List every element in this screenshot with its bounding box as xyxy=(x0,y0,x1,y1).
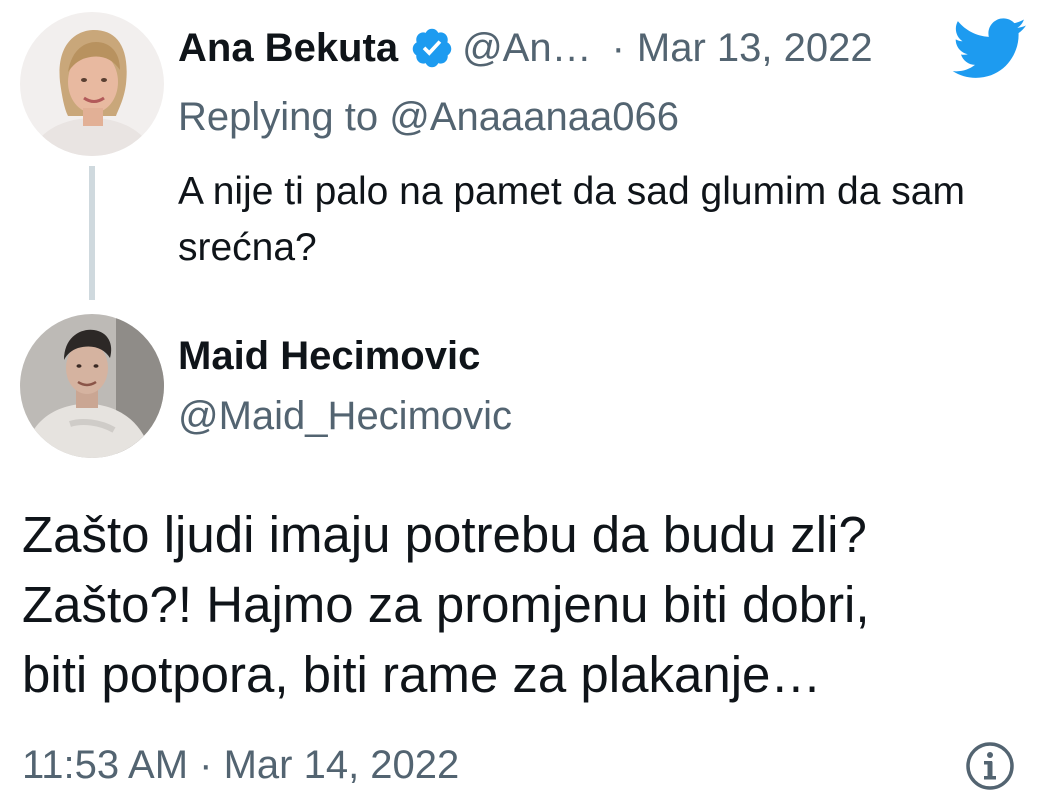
replying-to-label: Replying to xyxy=(178,95,379,139)
info-circle-icon[interactable] xyxy=(964,740,1016,792)
thread-connector-line xyxy=(89,166,95,300)
parent-author-avatar[interactable] xyxy=(20,12,164,156)
tweet-thread-view: Ana Bekuta @An… · Mar 13, 2022 Replying … xyxy=(0,0,1050,810)
parent-author-name[interactable]: Ana Bekuta xyxy=(178,22,398,74)
main-author-name[interactable]: Maid Hecimovic xyxy=(178,330,480,382)
parent-tweet-header: Ana Bekuta @An… · Mar 13, 2022 xyxy=(178,22,873,74)
replying-to-line: Replying to @Anaaanaa066 xyxy=(178,92,679,142)
main-tweet-text-line: Zašto ljudi imaju potrebu da budu zli? xyxy=(22,506,867,563)
header-separator: · xyxy=(611,26,625,70)
main-tweet-text-line: biti potpora, biti rame za plakanje… xyxy=(22,646,822,703)
parent-author-handle[interactable]: @An… xyxy=(462,22,592,74)
verified-badge-icon xyxy=(410,26,454,70)
main-tweet-text: Zašto ljudi imaju potrebu da budu zli? Z… xyxy=(22,500,1032,710)
parent-tweet-text: A nije ti palo na pamet da sad glumim da… xyxy=(178,170,965,269)
main-tweet-text-line: Zašto?! Hajmo za promjenu biti dobri, xyxy=(22,576,870,633)
tweet-timestamp[interactable]: 11:53 AM · Mar 14, 2022 xyxy=(22,740,459,790)
twitter-bird-icon xyxy=(952,18,1028,80)
replying-to-handle[interactable]: @Anaaanaa066 xyxy=(389,95,679,139)
main-author-avatar[interactable] xyxy=(20,314,164,458)
parent-tweet-date[interactable]: Mar 13, 2022 xyxy=(637,22,873,74)
main-author-handle[interactable]: @Maid_Hecimovic xyxy=(178,390,512,442)
